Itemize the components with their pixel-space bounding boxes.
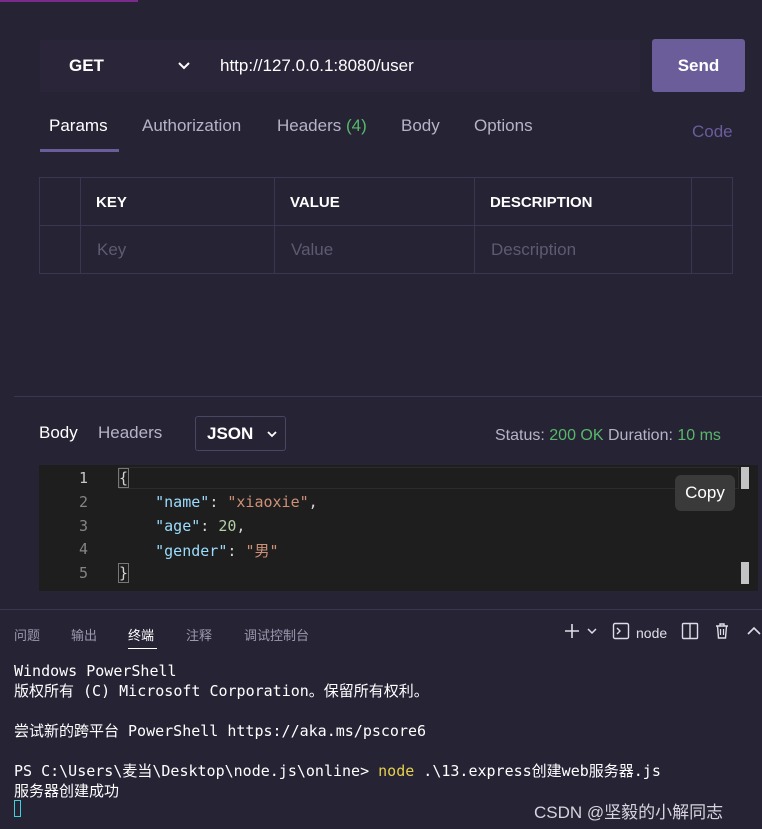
terminal-args: .\13.express创建web服务器.js <box>414 762 661 780</box>
description-input[interactable]: Description <box>491 240 576 260</box>
value-input[interactable]: Value <box>291 240 333 260</box>
panel-tab-terminal[interactable]: 终端 <box>128 625 154 644</box>
watermark: CSDN @坚毅的小解同志 <box>534 803 724 822</box>
column-header-description: DESCRIPTION <box>490 194 593 211</box>
code-line-4: "gender": "男" <box>155 542 279 560</box>
terminal-prompt: PS C:\Users\麦当\Desktop\node.js\online> <box>14 762 379 780</box>
json-key: "name" <box>155 493 210 511</box>
json-key: "age" <box>155 517 201 535</box>
panel-tab-comments[interactable]: 注释 <box>186 625 212 644</box>
active-tab-underline <box>40 149 119 152</box>
code-line-2: "name": "xiaoxie", <box>155 493 318 511</box>
url-value: http://127.0.0.1:8080/user <box>220 56 414 75</box>
tab-headers[interactable]: Headers (4) <box>277 116 367 136</box>
column-header-value: VALUE <box>290 194 340 211</box>
scrollbar-thumb[interactable] <box>741 562 749 584</box>
scrollbar-thumb[interactable] <box>741 467 749 489</box>
json-value: "xiaoxie" <box>227 493 309 511</box>
terminal-command-line: PS C:\Users\麦当\Desktop\node.js\online> n… <box>14 761 661 781</box>
tab-params[interactable]: Params <box>49 116 108 136</box>
table-row-divider <box>39 225 733 226</box>
terminal-line: 尝试新的跨平台 PowerShell https://aka.ms/pscore… <box>14 722 427 740</box>
trash-icon[interactable] <box>713 622 731 640</box>
response-tab-body[interactable]: Body <box>39 423 78 443</box>
panel-tab-problems[interactable]: 问题 <box>14 625 40 644</box>
terminal-line: 版权所有 (C) Microsoft Corporation。保留所有权利。 <box>14 682 429 700</box>
tab-authorization[interactable]: Authorization <box>142 116 241 136</box>
format-select[interactable]: JSON <box>195 416 286 451</box>
key-input[interactable]: Key <box>97 240 126 260</box>
line-number: 4 <box>78 540 88 558</box>
line-number: 2 <box>78 493 88 511</box>
json-close-brace: } <box>117 563 130 583</box>
send-button[interactable]: Send <box>652 39 745 92</box>
tab-headers-label: Headers <box>277 116 342 135</box>
json-key: "gender" <box>155 542 228 560</box>
terminal-shell-label[interactable]: node <box>636 625 667 641</box>
json-open-brace: { <box>117 468 130 488</box>
code-link[interactable]: Code <box>692 122 733 142</box>
terminal-line: Windows PowerShell <box>14 662 177 680</box>
current-line-highlight <box>119 467 739 489</box>
code-line-3: "age": 20, <box>155 517 246 535</box>
panel-separator <box>0 609 762 610</box>
section-divider <box>14 396 762 397</box>
headers-count-badge: (4) <box>346 116 367 135</box>
method-label: GET <box>69 56 104 75</box>
status-label: Status: <box>495 427 545 444</box>
json-value: "男" <box>245 542 279 560</box>
method-select[interactable]: GET <box>40 40 200 92</box>
line-number: 5 <box>78 564 88 582</box>
terminal-icon <box>612 622 630 640</box>
line-number: 3 <box>78 517 88 535</box>
json-value: 20 <box>218 517 237 535</box>
terminal-cursor <box>14 800 21 817</box>
terminal-line: 服务器创建成功 <box>14 782 120 800</box>
terminal-command: node <box>378 762 415 780</box>
top-accent-line <box>0 0 138 2</box>
response-tab-headers[interactable]: Headers <box>98 423 162 443</box>
code-line-1: { <box>117 468 130 488</box>
chevron-down-icon[interactable] <box>586 626 598 636</box>
tab-body[interactable]: Body <box>401 116 440 136</box>
copy-button[interactable]: Copy <box>675 475 735 511</box>
chevron-down-icon <box>178 62 190 70</box>
panel-tab-debug-console[interactable]: 调试控制台 <box>244 625 309 644</box>
line-number: 1 <box>78 469 88 487</box>
duration-label: Duration: <box>607 427 673 444</box>
tab-options[interactable]: Options <box>474 116 533 136</box>
chevron-up-icon[interactable] <box>746 624 762 638</box>
column-header-key: KEY <box>96 194 127 211</box>
status-value: 200 OK <box>549 427 604 444</box>
split-terminal-icon[interactable] <box>681 622 699 640</box>
response-status: Status: 200 OK Duration: 10 ms <box>495 427 721 445</box>
url-input[interactable]: http://127.0.0.1:8080/user <box>200 40 640 92</box>
plus-icon[interactable] <box>563 622 581 640</box>
duration-value: 10 ms <box>677 427 721 444</box>
format-label: JSON <box>207 423 254 443</box>
active-panel-tab-underline <box>128 648 157 649</box>
panel-tab-output[interactable]: 输出 <box>71 625 97 644</box>
chevron-down-icon <box>267 431 277 438</box>
code-line-5: } <box>117 563 130 583</box>
